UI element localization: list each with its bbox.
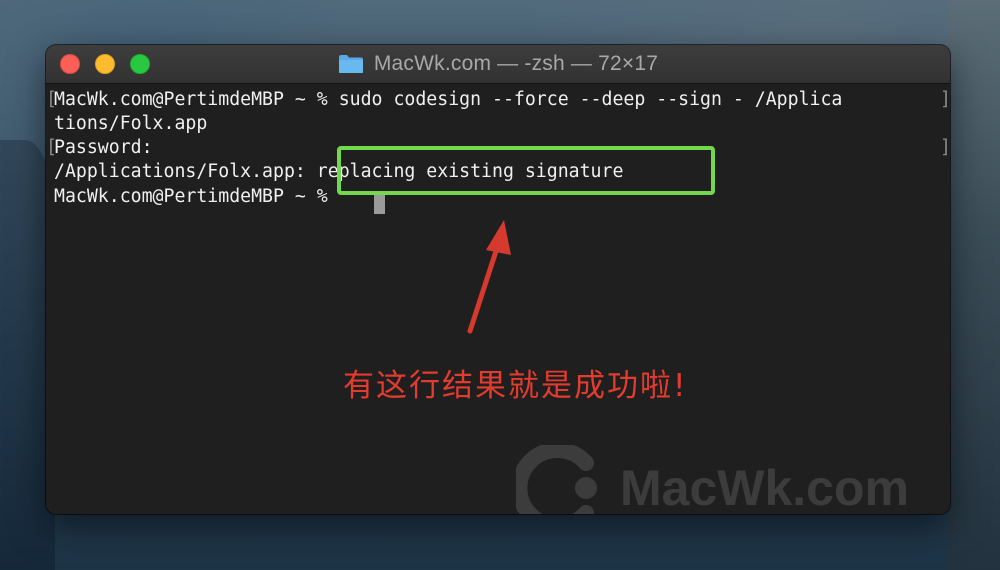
success-annotation: 有这行结果就是成功啦! (343, 368, 688, 404)
macwk-logo-icon (516, 445, 597, 514)
desktop-wallpaper-right (948, 0, 1000, 570)
watermark: MacWk.com (516, 445, 909, 514)
red-arrow-icon (467, 220, 511, 334)
terminal-window: MacWk.com — -zsh — 72×17 [ MacWk.com@Per… (46, 45, 950, 514)
watermark-text: MacWk.com (620, 460, 909, 514)
